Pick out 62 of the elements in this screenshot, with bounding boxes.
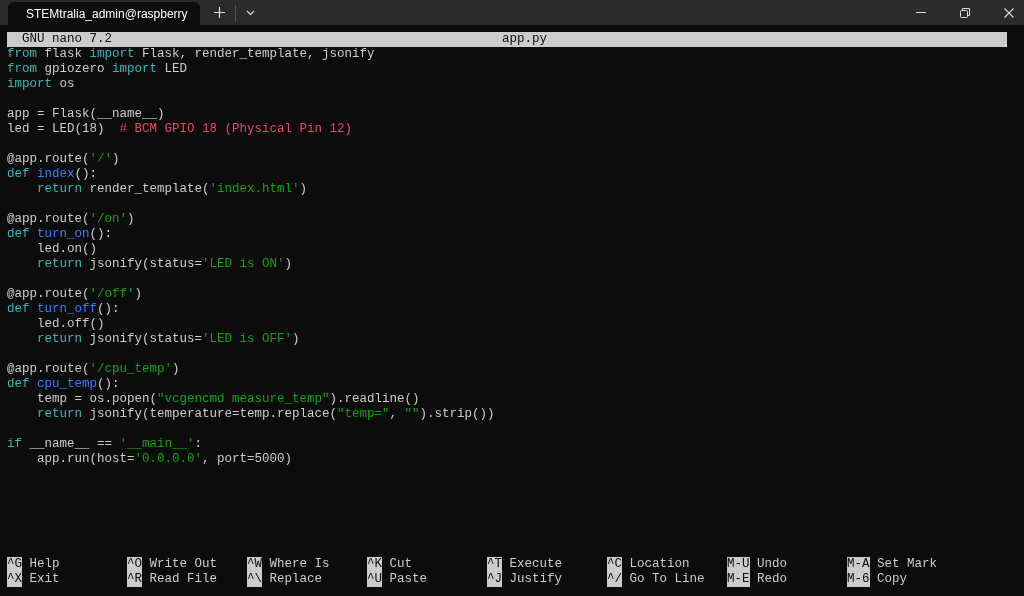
code-line: import os: [7, 77, 75, 92]
shortcut-key: ^T: [487, 557, 502, 572]
shortcut-key: ^R: [127, 572, 142, 587]
shortcut-key: ^K: [367, 557, 382, 572]
plus-icon[interactable]: [214, 7, 225, 18]
code-line: app = Flask(__name__): [7, 107, 165, 122]
code-line: def turn_on():: [7, 227, 113, 242]
shortcut-key: ^O: [127, 557, 142, 572]
caret-icon[interactable]: [246, 9, 255, 16]
code-line: @app.route('/'): [7, 152, 120, 167]
code-line: from gpiozero import LED: [7, 62, 188, 77]
shortcut-label: Undo: [757, 557, 788, 572]
code-line: return jsonify(status='LED is OFF'): [36, 332, 300, 347]
shortcut-label: Justify: [509, 572, 563, 587]
code-line: temp = os.popen("vcgencmd measure_temp").readline(): [36, 392, 420, 407]
code-line: return jsonify(status='LED is ON'): [36, 257, 293, 272]
code-line: def cpu_temp():: [7, 377, 120, 392]
code-line: led.on(): [36, 242, 97, 257]
editor-version: GNU nano 7.2: [21, 32, 112, 47]
code-line: def turn_off():: [7, 302, 120, 317]
file-name: app.py: [502, 32, 547, 47]
shortcut-key: ^W: [247, 557, 262, 572]
code-line: def index():: [7, 167, 98, 182]
shortcut-key: ^G: [7, 557, 22, 572]
shortcut-label: Cut: [389, 557, 413, 572]
shortcut-key: ^/: [607, 572, 622, 587]
code-line: return render_template('index.html'): [36, 182, 308, 197]
terminal-tab[interactable]: STEMtralia_admin@raspberry: [8, 2, 200, 25]
code-line: led.off(): [36, 317, 105, 332]
shortcut-label: Set Mark: [877, 557, 938, 572]
shortcut-label: Execute: [509, 557, 563, 572]
tab-title: STEMtralia_admin@raspberry: [26, 5, 188, 23]
close-icon[interactable]: [1004, 7, 1014, 18]
shortcut-key: ^\: [247, 572, 262, 587]
shortcut-key: ^C: [607, 557, 622, 572]
shortcut-label: Copy: [877, 572, 908, 587]
shortcut-label: Location: [629, 557, 690, 572]
shortcut-key: M-A: [847, 557, 870, 572]
shortcut-label: Go To Line: [629, 572, 705, 587]
restore-icon[interactable]: [960, 7, 970, 18]
shortcut-key: M-6: [847, 572, 870, 587]
shortcut-key: ^X: [7, 572, 22, 587]
code-line: from flask import Flask, render_template, jsonify: [7, 47, 375, 62]
shortcut-label: Where Is: [269, 557, 330, 572]
shortcut-label: Redo: [757, 572, 788, 587]
shortcut-label: Exit: [29, 572, 60, 587]
shortcut-key: M-U: [727, 557, 750, 572]
shortcut-label: Write Out: [149, 557, 218, 572]
shortcut-label: Read File: [149, 572, 218, 587]
shortcut-label: Help: [29, 557, 60, 572]
code-line: if __name__ == '__main__':: [7, 437, 203, 452]
shortcut-label: Replace: [269, 572, 323, 587]
code-line: @app.route('/on'): [7, 212, 135, 227]
code-line: app.run(host='0.0.0.0', port=5000): [36, 452, 293, 467]
code-line: led = LED(18) # BCM GPIO 18 (Physical Pin 12): [7, 122, 353, 137]
shortcut-key: M-E: [727, 572, 750, 587]
shortcut-key: ^J: [487, 572, 502, 587]
code-line: return jsonify(temperature=temp.replace("temp=", "").strip()): [36, 407, 495, 422]
code-line: @app.route('/off'): [7, 287, 143, 302]
code-line: @app.route('/cpu_temp'): [7, 362, 180, 377]
shortcut-key: ^U: [367, 572, 382, 587]
shortcut-label: Paste: [389, 572, 428, 587]
